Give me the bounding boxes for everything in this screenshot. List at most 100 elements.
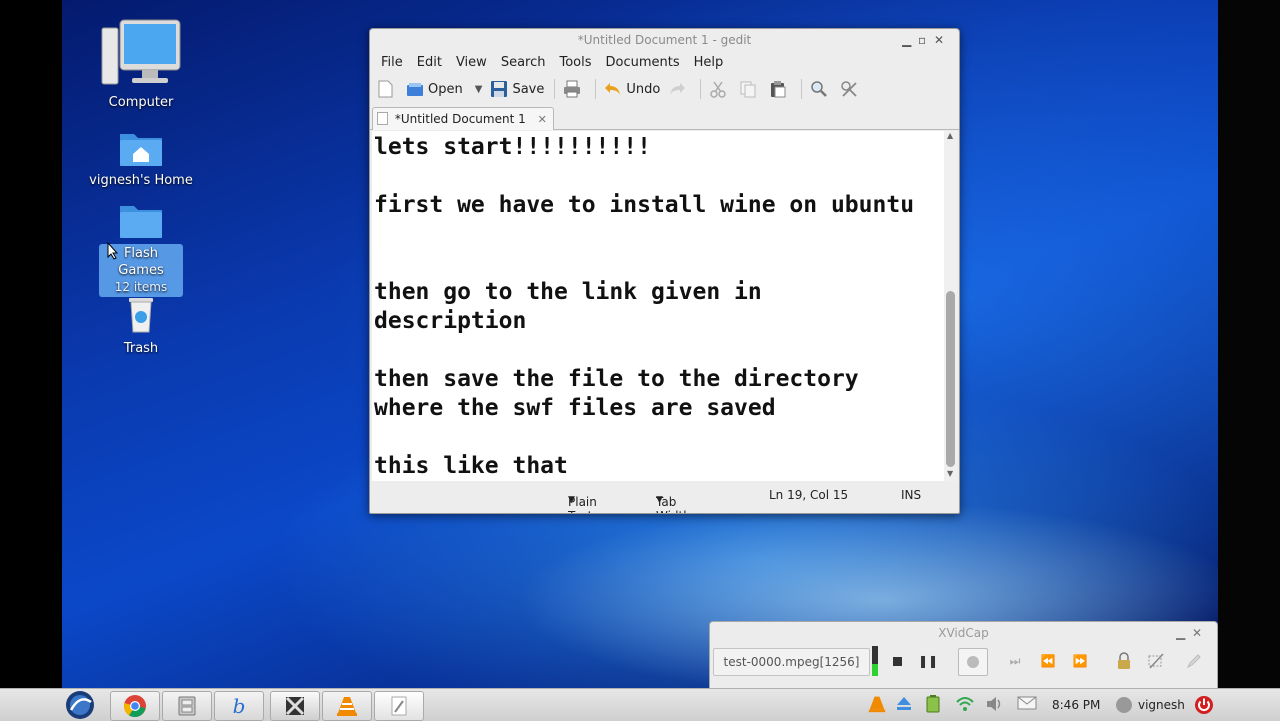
vlc-icon: [337, 697, 357, 716]
save-label: Save: [512, 81, 545, 97]
menu-view[interactable]: View: [449, 55, 494, 70]
paste-button[interactable]: [769, 80, 791, 98]
replace-button[interactable]: [840, 80, 862, 98]
redo-button[interactable]: [668, 80, 690, 98]
taskbar-files-button[interactable]: [162, 691, 212, 721]
search-icon: [811, 81, 828, 97]
trash-icon: [129, 298, 153, 333]
tab-untitled-document-1[interactable]: *Untitled Document 1 ✕: [372, 107, 554, 130]
fast-forward-button[interactable]: ⏩: [1068, 650, 1092, 672]
open-button[interactable]: Open ▼: [406, 80, 482, 98]
stop-button[interactable]: [885, 650, 909, 672]
record-icon: [967, 656, 979, 668]
tray-wifi-icon[interactable]: [955, 695, 975, 717]
toolbar-separator: [595, 79, 597, 99]
computer-desktop-icon[interactable]: Computer: [86, 18, 196, 111]
tab-close-icon[interactable]: ✕: [538, 113, 547, 126]
maximize-icon[interactable]: ▫: [918, 29, 926, 51]
clock[interactable]: 8:46 PM: [1052, 698, 1100, 712]
minimize-icon[interactable]: ▁: [902, 29, 911, 51]
tray-mail-icon[interactable]: [1017, 695, 1037, 715]
taskbar-chrome-button[interactable]: [110, 691, 160, 721]
output-file-field[interactable]: test-0000.mpeg[1256]: [713, 648, 870, 676]
open-icon: [407, 83, 423, 96]
undo-label: Undo: [626, 81, 661, 97]
document-icon: [377, 112, 388, 125]
gedit-window-title: *Untitled Document 1 - gedit: [577, 33, 752, 47]
taskbar-xvidcap-button[interactable]: [270, 691, 320, 721]
open-label: Open: [428, 81, 463, 97]
step-forward-icon: ⏭: [1009, 653, 1021, 668]
scrollbar-thumb[interactable]: [946, 291, 955, 467]
save-button[interactable]: Save: [490, 80, 544, 98]
tray-vlc-icon[interactable]: [868, 695, 886, 717]
menu-file[interactable]: File: [374, 55, 410, 70]
chrome-icon: [123, 695, 146, 718]
xvidcap-icon: [285, 696, 305, 716]
scroll-up-icon[interactable]: ▲: [947, 131, 953, 140]
user-name[interactable]: vignesh: [1138, 698, 1185, 712]
minimize-icon[interactable]: ▁: [1176, 622, 1185, 644]
close-icon[interactable]: ✕: [934, 29, 944, 51]
tab-label: *Untitled Document 1: [394, 112, 526, 126]
vertical-scrollbar[interactable]: ▲ ▼: [944, 131, 957, 481]
pause-button[interactable]: ❚❚: [916, 650, 940, 672]
menu-edit[interactable]: Edit: [410, 55, 449, 70]
new-document-icon: [378, 80, 393, 98]
home-folder-icon: [120, 134, 162, 166]
close-icon[interactable]: ✕: [1192, 622, 1202, 644]
menu-help[interactable]: Help: [687, 55, 731, 70]
select-frame-button[interactable]: [1144, 650, 1168, 672]
gedit-window[interactable]: *Untitled Document 1 - gedit ▁ ▫ ✕ File …: [369, 28, 960, 514]
text-editor[interactable]: lets start!!!!!!!!!! first we have to in…: [372, 131, 944, 481]
lock-icon: [1118, 652, 1130, 669]
redo-icon: [670, 83, 686, 95]
home-label: vignesh's Home: [89, 173, 193, 188]
power-button[interactable]: [1194, 695, 1214, 719]
tray-eject-icon[interactable]: [896, 695, 912, 717]
taskbar-bluefish-button[interactable]: b: [214, 691, 264, 721]
taskbar-gedit-button[interactable]: [374, 691, 424, 721]
gedit-icon: [391, 696, 407, 716]
start-menu-button[interactable]: [62, 689, 98, 721]
record-button[interactable]: [958, 648, 988, 676]
scroll-down-icon[interactable]: ▼: [947, 469, 953, 478]
chevron-down-icon: ▼: [656, 495, 663, 505]
bluefish-icon: b: [232, 694, 246, 718]
menu-search[interactable]: Search: [494, 55, 553, 70]
tray-volume-icon[interactable]: [985, 695, 1005, 717]
stop-icon: [892, 656, 902, 666]
undo-icon: [605, 83, 621, 95]
flash-games-folder-desktop-icon[interactable]: Flash Games 12 items: [86, 200, 196, 297]
editor-content[interactable]: lets start!!!!!!!!!! first we have to in…: [372, 131, 944, 481]
step-forward-button[interactable]: ⏭: [1003, 650, 1027, 672]
gedit-toolbar: Open ▼ Save Undo: [370, 73, 959, 105]
menu-tools[interactable]: Tools: [552, 55, 598, 70]
print-icon: [564, 80, 581, 98]
chevron-down-icon: ▼: [568, 495, 575, 505]
xvidcap-window[interactable]: XVidCap ▁ ✕ test-0000.mpeg[1256] ❚❚ ⏭ ⏪ …: [709, 621, 1218, 689]
print-button[interactable]: [563, 80, 585, 98]
screen-right-border: [1218, 0, 1280, 688]
computer-icon: [101, 19, 181, 85]
undo-button[interactable]: Undo: [604, 80, 660, 98]
trash-desktop-icon[interactable]: Trash: [86, 292, 196, 357]
open-dropdown-icon[interactable]: ▼: [475, 84, 483, 95]
gedit-titlebar[interactable]: *Untitled Document 1 - gedit ▁ ▫ ✕: [370, 29, 959, 51]
copy-button[interactable]: [739, 80, 761, 98]
lock-frame-button[interactable]: [1112, 650, 1136, 672]
xvidcap-titlebar[interactable]: XVidCap ▁ ✕: [710, 622, 1217, 644]
find-button[interactable]: [810, 80, 832, 98]
new-document-button[interactable]: [376, 80, 398, 98]
edit-button[interactable]: [1182, 650, 1206, 672]
home-folder-desktop-icon[interactable]: vignesh's Home: [86, 128, 196, 189]
select-frame-icon: [1148, 653, 1164, 669]
rewind-button[interactable]: ⏪: [1036, 650, 1060, 672]
menu-documents[interactable]: Documents: [599, 55, 687, 70]
cut-button[interactable]: [709, 80, 731, 98]
taskbar-vlc-button[interactable]: [322, 691, 372, 721]
computer-label: Computer: [108, 95, 174, 110]
rewind-icon: ⏪: [1040, 654, 1056, 668]
trash-label: Trash: [123, 341, 159, 356]
tray-battery-icon[interactable]: [924, 695, 942, 717]
